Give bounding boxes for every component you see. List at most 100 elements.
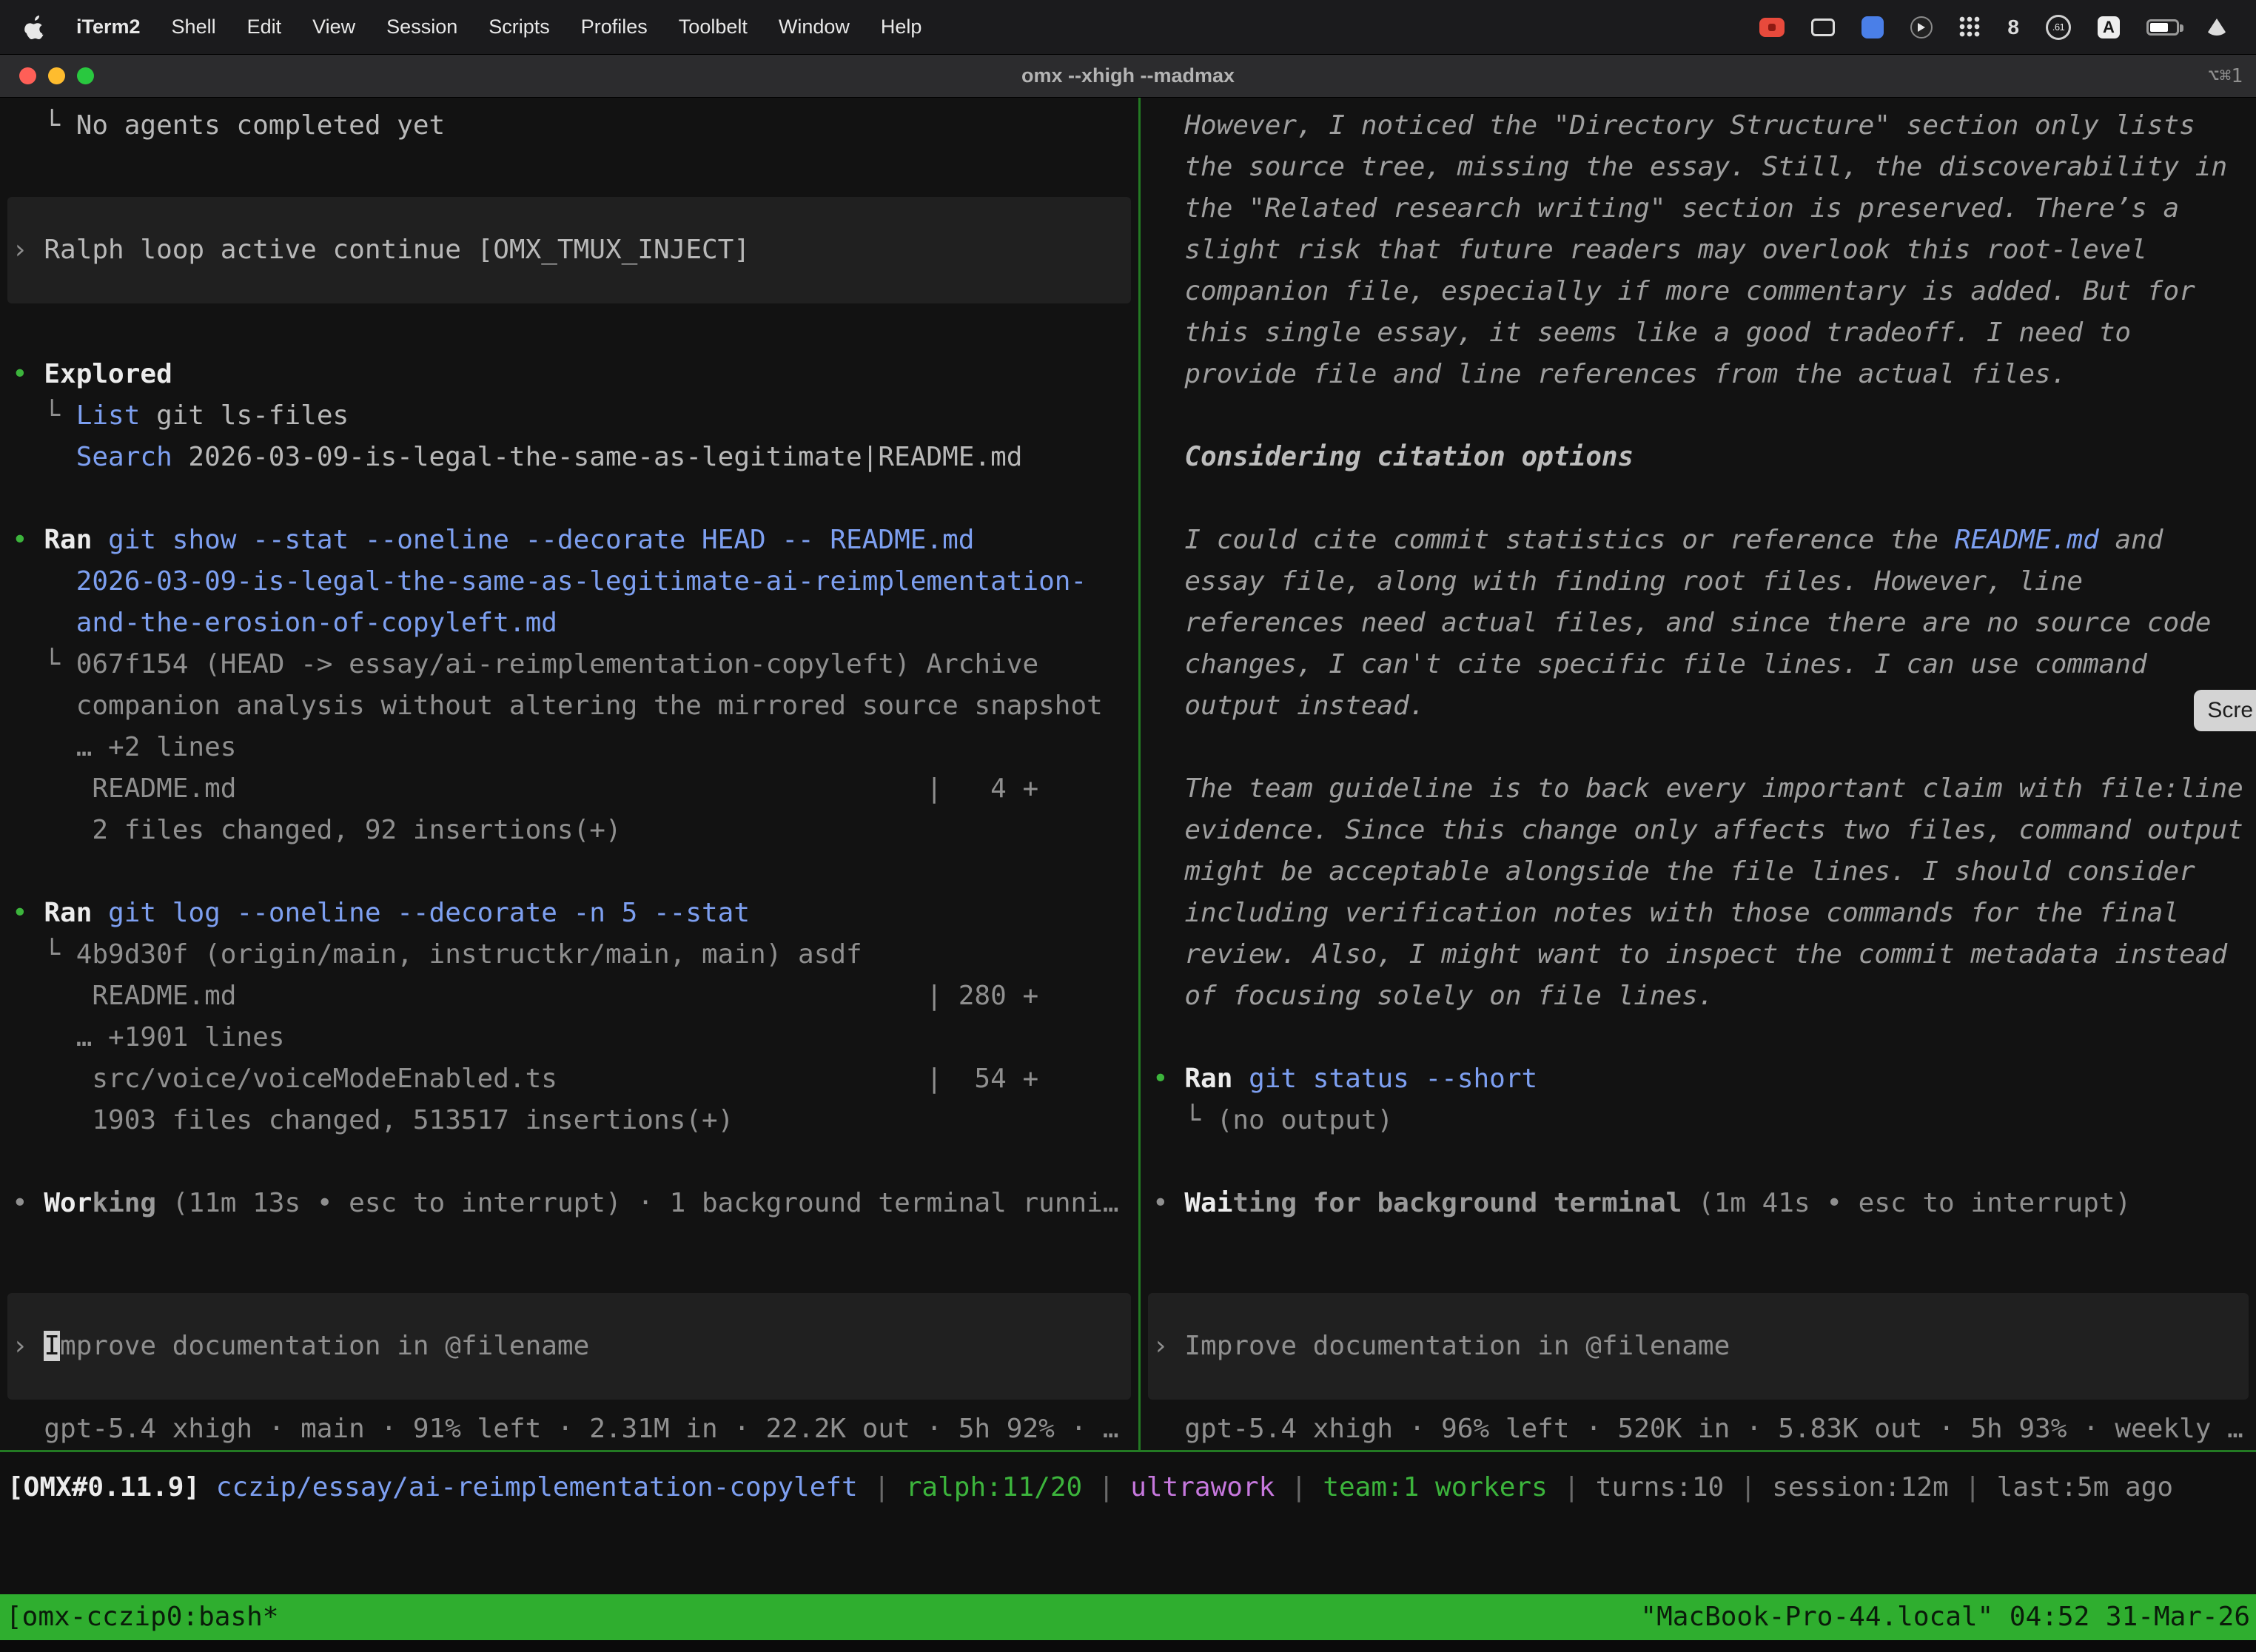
text-segment: 4b9d30f (origin/main, instructkr/main, m… <box>76 939 862 970</box>
terminal-line: 1903 files changed, 513517 insertions(+) <box>0 1100 1138 1141</box>
inject-banner: › Ralph loop active continue [OMX_TMUX_I… <box>7 197 1131 303</box>
text-segment: | <box>1949 1472 1997 1502</box>
prompt-input[interactable]: › Improve documentation in @filename <box>7 1293 1131 1400</box>
close-button[interactable] <box>19 67 36 84</box>
minimize-button[interactable] <box>48 67 65 84</box>
menu-item-help[interactable]: Help <box>865 16 938 38</box>
text-segment: evidence. Since this change only affects… <box>1152 815 2243 845</box>
text-segment: 067f154 (HEAD -> essay/ai-reimplementati… <box>76 649 1038 679</box>
text-segment: slight risk that future readers may over… <box>1152 235 2147 265</box>
terminal-line: essay file, along with finding root file… <box>1141 561 2256 602</box>
terminal-line: of focusing solely on file lines. <box>1141 976 2256 1017</box>
blank-line <box>1141 1141 2256 1183</box>
menu-item-shell[interactable]: Shell <box>156 16 232 38</box>
menu-item-edit[interactable]: Edit <box>232 16 298 38</box>
blank-line <box>0 312 1138 354</box>
text-segment: 1903 files changed, 513517 insertions(+) <box>12 1105 733 1135</box>
wifi-icon[interactable] <box>2206 19 2228 36</box>
text-segment: Considering citation options <box>1152 442 1634 472</box>
terminal: └ No agents completed yet › Ralph loop ac… <box>0 98 2256 1652</box>
box-line: › Improve documentation in @filename <box>1148 1326 2249 1367</box>
text-segment: this single essay, it seems like a good … <box>1152 318 2131 348</box>
terminal-line: • Waiting for background terminal (1m 41… <box>1141 1183 2256 1224</box>
cpu-gauge-icon[interactable]: .61 <box>2046 15 2071 40</box>
terminal-line: • Ran git status --short <box>1141 1058 2256 1100</box>
text-segment: └ <box>1152 1105 1217 1135</box>
text-segment: Wai <box>1184 1188 1232 1218</box>
box-line: › Improve documentation in @filename <box>7 1326 1131 1367</box>
terminal-line: references need actual files, and since … <box>1141 602 2256 644</box>
screen-recording-indicator-icon[interactable] <box>1759 18 1785 37</box>
menu-item-scripts[interactable]: Scripts <box>473 16 565 38</box>
text-segment: README.md | 4 + <box>12 773 1038 804</box>
text-segment: • <box>12 359 44 389</box>
text-segment: changes, I can't cite specific file line… <box>1152 649 2147 679</box>
prompt-input[interactable]: › Improve documentation in @filename <box>1148 1293 2249 1400</box>
window-title: omx --xhigh --madmax <box>0 64 2256 87</box>
terminal-line: companion analysis without altering the … <box>0 685 1138 727</box>
text-segment: (no output) <box>1217 1105 1393 1135</box>
terminal-line: └ No agents completed yet <box>0 105 1138 147</box>
terminal-line: output instead. <box>1141 685 2256 727</box>
blank-line <box>0 851 1138 893</box>
text-segment: • <box>12 898 44 928</box>
terminal-line: … +1901 lines <box>0 1017 1138 1058</box>
keyboard-icon[interactable] <box>1811 19 1835 36</box>
menu-item-window[interactable]: Window <box>763 16 865 38</box>
text-segment: mprove documentation in @filename <box>60 1331 589 1361</box>
input-source-icon[interactable]: A <box>2098 16 2120 38</box>
text-segment: Ran <box>44 898 92 928</box>
menu-item-profiles[interactable]: Profiles <box>565 16 663 38</box>
stat-8-icon[interactable]: 8 <box>2007 16 2019 39</box>
terminal-line: review. Also, I might want to inspect th… <box>1141 934 2256 976</box>
text-segment: Search <box>76 442 172 472</box>
terminal-line: • Explored <box>0 354 1138 395</box>
terminal-line: • Ran git log --oneline --decorate -n 5 … <box>0 893 1138 934</box>
terminal-line: I could cite commit statistics or refere… <box>1141 520 2256 561</box>
menu-item-iterm2[interactable]: iTerm2 <box>61 16 156 38</box>
text-segment: Ran <box>44 525 92 555</box>
text-segment: [OMX#0.11.9] <box>7 1472 216 1502</box>
terminal-line: • Working (11m 13s • esc to interrupt) ·… <box>0 1183 1138 1224</box>
terminal-line: └ (no output) <box>1141 1100 2256 1141</box>
text-segment: Ralph loop active continue [OMX_TMUX_INJ… <box>44 235 750 265</box>
zoom-button[interactable] <box>77 67 94 84</box>
text-segment: git log --oneline --decorate -n 5 --stat <box>108 898 750 928</box>
terminal-line: README.md | 4 + <box>0 768 1138 810</box>
text-segment <box>92 525 108 555</box>
text-segment: | <box>1275 1472 1323 1502</box>
right-pane[interactable]: However, I noticed the "Directory Struct… <box>1141 98 2256 1450</box>
apple-menu[interactable] <box>21 14 61 41</box>
text-segment: might be acceptable alongside the file l… <box>1152 856 2195 887</box>
pointer-app-icon[interactable] <box>1910 16 1933 38</box>
title-bar[interactable]: omx --xhigh --madmax ⌥⌘1 <box>0 55 2256 98</box>
text-segment: git ls-files <box>140 400 349 431</box>
terminal-line: └ 4b9d30f (origin/main, instructkr/main,… <box>0 934 1138 976</box>
text-segment: • <box>12 1188 44 1218</box>
blank-line <box>1141 727 2256 768</box>
tmux-status-bar: [omx-cczip0:bash* "MacBook-Pro-44.local"… <box>0 1594 2256 1640</box>
blank-line <box>1141 395 2256 437</box>
text-segment: ting for background terminal <box>1232 1188 1682 1218</box>
terminal-line: might be acceptable alongside the file l… <box>1141 851 2256 893</box>
text-segment: companion file, especially if more comme… <box>1152 276 2195 306</box>
terminal-line: The team guideline is to back every impo… <box>1141 768 2256 810</box>
app-grid-icon[interactable] <box>1959 16 1981 38</box>
screen: iTerm2 ShellEditViewSessionScriptsProfil… <box>0 0 2256 1652</box>
notification-tooltip: Scre <box>2194 690 2256 731</box>
terminal-line: gpt-5.4 xhigh · main · 91% left · 2.31M … <box>0 1408 1138 1450</box>
menu-item-toolbelt[interactable]: Toolbelt <box>663 16 763 38</box>
menu-item-view[interactable]: View <box>297 16 371 38</box>
text-segment: the "Related research writing" section i… <box>1152 193 2179 224</box>
text-segment: List <box>76 400 141 431</box>
text-segment: ultrawork <box>1130 1472 1275 1502</box>
text-segment: ralph:11/20 <box>906 1472 1082 1502</box>
tmux-panes: └ No agents completed yet › Ralph loop ac… <box>0 98 2256 1450</box>
text-segment: I could cite commit statistics or refere… <box>1152 525 1955 555</box>
terminal-line: provide file and line references from th… <box>1141 354 2256 395</box>
battery-icon[interactable] <box>2146 19 2179 36</box>
left-pane[interactable]: └ No agents completed yet › Ralph loop ac… <box>0 98 1138 1450</box>
terminal-line: └ 067f154 (HEAD -> essay/ai-reimplementa… <box>0 644 1138 685</box>
menu-item-session[interactable]: Session <box>371 16 473 38</box>
blue-app-icon[interactable] <box>1861 16 1884 38</box>
